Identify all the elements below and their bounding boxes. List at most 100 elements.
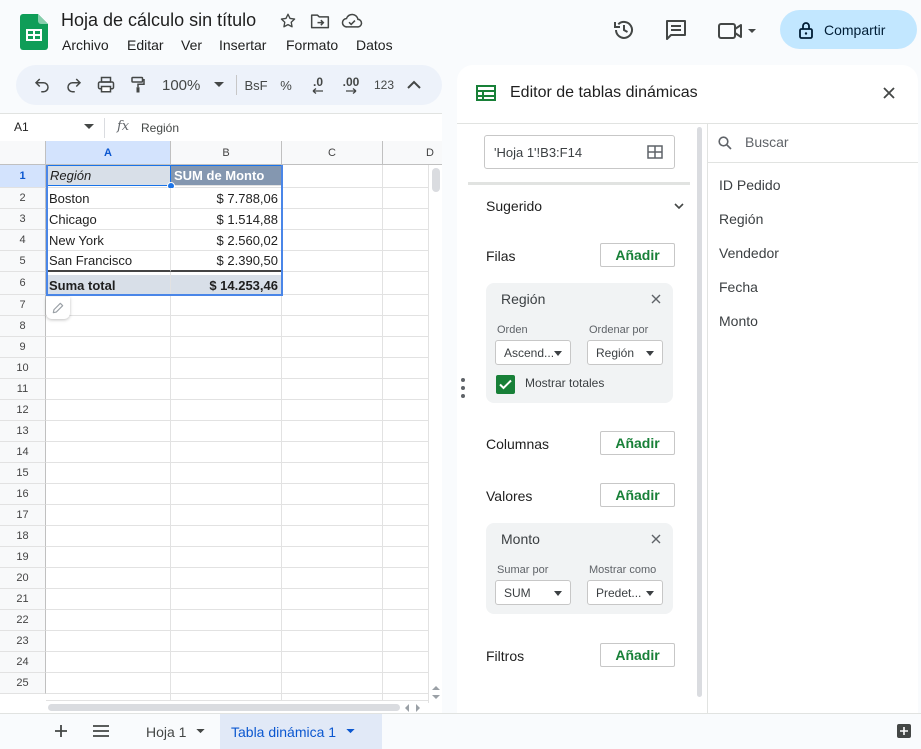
row-header[interactable]: 19 [0,547,46,568]
field-item[interactable]: Vendedor [719,245,779,261]
show-as-select[interactable]: Predet... [587,580,663,605]
edit-pivot-icon[interactable] [46,297,70,319]
comments-icon[interactable] [664,18,688,42]
collapse-toolbar-icon[interactable] [402,65,426,105]
pivot-header-sum[interactable]: SUM de Monto [171,165,282,186]
select-range-icon[interactable] [647,145,663,159]
pivot-cell[interactable]: San Francisco [46,251,171,272]
panel-resize-handle[interactable] [460,377,466,399]
show-totals-checkbox[interactable] [496,375,515,394]
pivot-cell[interactable]: Boston [46,188,171,209]
field-item[interactable]: Fecha [719,279,758,295]
share-button[interactable]: Compartir [780,10,917,49]
print-icon[interactable] [92,65,120,105]
row-header[interactable]: 20 [0,568,46,589]
data-range-input[interactable]: 'Hoja 1'!B3:F14 [484,135,675,169]
version-history-icon[interactable] [612,18,636,42]
menu-archivo[interactable]: Archivo [62,37,109,53]
pivot-header-region[interactable]: Región [46,165,171,186]
name-box[interactable]: A1 [14,120,29,134]
horizontal-scrollbar[interactable] [46,700,428,713]
row-header[interactable]: 17 [0,505,46,526]
add-values-button[interactable]: Añadir [600,483,675,507]
scrollbar-thumb[interactable] [432,168,440,192]
row-header[interactable]: 15 [0,463,46,484]
add-rows-button[interactable]: Añadir [600,243,675,267]
explore-icon[interactable] [897,724,911,738]
scroll-down-icon[interactable] [432,695,440,700]
add-filters-button[interactable]: Añadir [600,643,675,667]
row-header[interactable]: 1 [0,165,46,188]
chevron-down-icon[interactable] [674,203,684,209]
pivot-cell[interactable]: $ 1.514,88 [171,209,282,230]
row-header[interactable]: 21 [0,589,46,610]
column-header-c[interactable]: C [282,141,383,165]
row-header[interactable]: 4 [0,230,46,251]
menu-insertar[interactable]: Insertar [219,37,266,53]
spreadsheet-grid[interactable]: A B C D 1 2 3 4 5 6 7 8 9 10 11 12 13 14 15 16 17 18 19 20 2… [0,141,442,713]
star-icon[interactable] [279,12,297,30]
add-sheet-icon[interactable] [54,724,68,738]
suggested-label[interactable]: Sugerido [486,198,542,214]
paint-format-icon[interactable] [124,65,152,105]
name-box-dropdown-icon[interactable] [84,124,94,130]
remove-row-field-icon[interactable] [651,294,661,304]
row-header[interactable]: 18 [0,526,46,547]
format-percent-button[interactable]: % [274,65,298,105]
column-header-d[interactable]: D [383,141,442,165]
row-header[interactable]: 8 [0,316,46,337]
formula-input[interactable]: Región [141,121,179,135]
field-item[interactable]: Región [719,211,763,227]
more-formats-button[interactable]: 123 [370,65,398,105]
sheet-tab-tabla-dinamica[interactable]: Tabla dinámica 1 [220,714,382,749]
row-header[interactable]: 3 [0,209,46,230]
row-header[interactable]: 6 [0,272,46,295]
sheets-logo-icon[interactable] [20,14,48,50]
pivot-cell[interactable]: $ 2.560,02 [171,230,282,251]
row-header[interactable]: 11 [0,379,46,400]
field-item[interactable]: ID Pedido [719,177,780,193]
row-header[interactable]: 9 [0,337,46,358]
row-header[interactable]: 16 [0,484,46,505]
menu-editar[interactable]: Editar [127,37,164,53]
meet-icon[interactable] [717,20,759,42]
select-all-corner[interactable] [0,141,46,165]
field-search[interactable]: Buscar [708,123,918,163]
pivot-total-value[interactable]: $ 14.253,46 [171,275,282,296]
panel-scrollbar[interactable] [695,123,704,713]
move-folder-icon[interactable] [310,12,330,30]
pivot-cell[interactable]: $ 7.788,06 [171,188,282,209]
row-header[interactable]: 12 [0,400,46,421]
format-currency-button[interactable]: BsF [240,65,272,105]
row-header[interactable]: 7 [0,295,46,316]
menu-ver[interactable]: Ver [181,37,202,53]
column-header-a[interactable]: A [46,141,171,165]
row-header[interactable]: 23 [0,631,46,652]
vertical-scrollbar[interactable] [428,165,442,703]
pivot-cell[interactable]: Chicago [46,209,171,230]
scroll-left-icon[interactable] [404,704,409,712]
pivot-total-label[interactable]: Suma total [46,275,171,296]
pivot-cell[interactable]: $ 2.390,50 [171,251,282,272]
row-header[interactable]: 2 [0,188,46,209]
add-columns-button[interactable]: Añadir [600,431,675,455]
remove-value-field-icon[interactable] [651,534,661,544]
row-header[interactable]: 25 [0,673,46,694]
sheet-tab-hoja1[interactable]: Hoja 1 [134,714,218,749]
sort-by-select[interactable]: Región [587,340,663,365]
order-select[interactable]: Ascend... [495,340,571,365]
cloud-saved-icon[interactable] [341,12,363,30]
all-sheets-menu-icon[interactable] [93,725,109,737]
menu-datos[interactable]: Datos [356,37,393,53]
zoom-select[interactable]: 100% [156,65,232,105]
increase-decimals-button[interactable]: .00 [336,65,366,105]
document-title[interactable]: Hoja de cálculo sin título [61,10,256,31]
pivot-cell[interactable]: New York [46,230,171,251]
row-header[interactable]: 13 [0,421,46,442]
summarize-select[interactable]: SUM [495,580,571,605]
column-header-b[interactable]: B [171,141,282,165]
panel-scrollbar-thumb[interactable] [697,127,702,697]
row-header[interactable]: 24 [0,652,46,673]
redo-icon[interactable] [60,65,88,105]
row-header[interactable]: 14 [0,442,46,463]
